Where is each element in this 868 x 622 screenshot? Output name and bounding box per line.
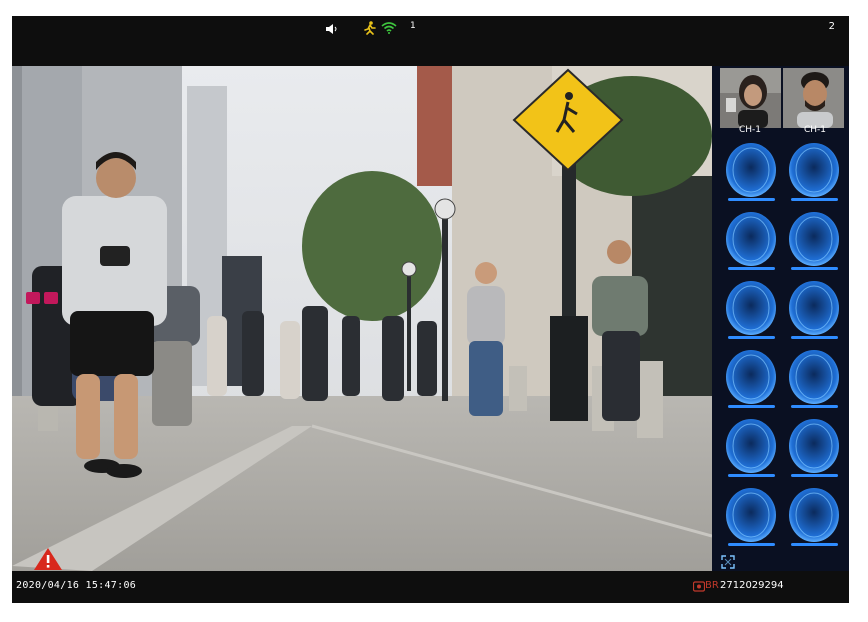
thumbnail-label: CH-1 xyxy=(804,125,827,135)
face-scan-icon[interactable] xyxy=(720,209,783,278)
thumbnail-woman[interactable] xyxy=(720,68,781,128)
bottom-status-bar: 2020/04/16 15:47:06 BR 2712029294 xyxy=(12,571,849,603)
wifi-icon xyxy=(381,22,397,34)
thumbnail-man[interactable] xyxy=(783,68,844,128)
face-scan-icon[interactable] xyxy=(783,416,846,485)
captured-thumbnails xyxy=(720,68,844,128)
motion-person-icon xyxy=(364,21,376,35)
serial-prefix: BR xyxy=(705,580,719,591)
face-scan-icon[interactable] xyxy=(783,140,846,209)
page-number[interactable]: 2 xyxy=(829,21,835,32)
face-scan-icon[interactable] xyxy=(720,140,783,209)
face-scan-icon[interactable] xyxy=(720,485,783,554)
face-scan-icon[interactable] xyxy=(720,347,783,416)
expand-icon[interactable] xyxy=(721,555,735,569)
face-detection-panel: CH-1 CH-1 xyxy=(712,66,849,571)
face-scan-icon[interactable] xyxy=(783,209,846,278)
thumbnail-label: CH-1 xyxy=(739,125,762,135)
face-scan-grid xyxy=(720,140,846,554)
main-camera-view[interactable] xyxy=(12,66,712,571)
channel-count: 1 xyxy=(410,21,416,31)
face-scan-icon[interactable] xyxy=(720,278,783,347)
top-status-bar: 1 2 xyxy=(12,16,849,66)
face-scan-icon[interactable] xyxy=(783,485,846,554)
record-icon xyxy=(693,581,705,592)
face-scan-icon[interactable] xyxy=(783,347,846,416)
device-serial: 2712029294 xyxy=(720,580,784,591)
datetime-display: 2020/04/16 15:47:06 xyxy=(16,580,137,591)
speaker-icon[interactable] xyxy=(325,23,341,35)
face-scan-icon[interactable] xyxy=(783,278,846,347)
alarm-warning-icon[interactable] xyxy=(33,547,63,571)
street-scene-image xyxy=(12,66,712,571)
face-scan-icon[interactable] xyxy=(720,416,783,485)
